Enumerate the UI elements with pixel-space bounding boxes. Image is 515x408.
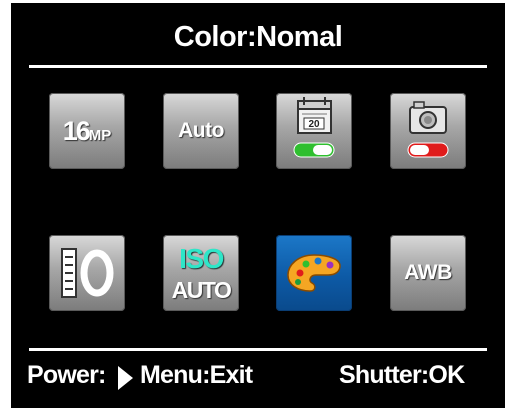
iso-value: AUTO bbox=[171, 277, 232, 303]
white-balance-option-button[interactable]: AWB bbox=[390, 235, 466, 311]
awb-icon: AWB bbox=[390, 235, 466, 311]
awb-label: AWB bbox=[404, 261, 452, 284]
resolution-unit: MP bbox=[88, 127, 112, 144]
iso-label: ISO bbox=[179, 243, 224, 274]
iso-icon: ISO AUTO bbox=[163, 235, 239, 311]
calendar-day: 20 bbox=[308, 119, 320, 130]
date-stamp-option-button[interactable]: 20 bbox=[276, 93, 352, 169]
resolution-icon: 16 MP bbox=[49, 93, 125, 169]
calendar-toggle-icon: 20 bbox=[293, 97, 335, 158]
exposure-icon bbox=[61, 248, 114, 298]
exposure-option-button[interactable] bbox=[49, 235, 125, 311]
auto-mode-option-button[interactable]: Auto bbox=[163, 93, 239, 169]
shutter-hint-label: Shutter:OK bbox=[339, 361, 465, 389]
bottom-divider bbox=[29, 348, 487, 351]
color-option-button[interactable] bbox=[276, 235, 352, 311]
iso-option-button[interactable]: ISO AUTO bbox=[163, 235, 239, 311]
resolution-option-button[interactable]: 16 MP bbox=[49, 93, 125, 169]
camera-toggle-icon bbox=[407, 101, 449, 158]
palette-icon bbox=[287, 254, 341, 292]
auto-mode-icon: Auto bbox=[163, 93, 239, 169]
menu-hint-label: Menu:Exit bbox=[140, 361, 253, 389]
menu-title: Color:Nomal bbox=[173, 21, 343, 53]
auto-mode-label: Auto bbox=[178, 119, 224, 142]
top-divider bbox=[29, 65, 487, 68]
power-hint-label: Power: bbox=[27, 361, 106, 389]
resolution-value: 16 bbox=[62, 115, 91, 146]
self-timer-option-button[interactable] bbox=[390, 93, 466, 169]
right-arrow-icon bbox=[118, 366, 133, 390]
camera-menu-screen: Color:Nomal 16 MP Auto 20 ISO AUTO AWB P… bbox=[11, 3, 505, 408]
